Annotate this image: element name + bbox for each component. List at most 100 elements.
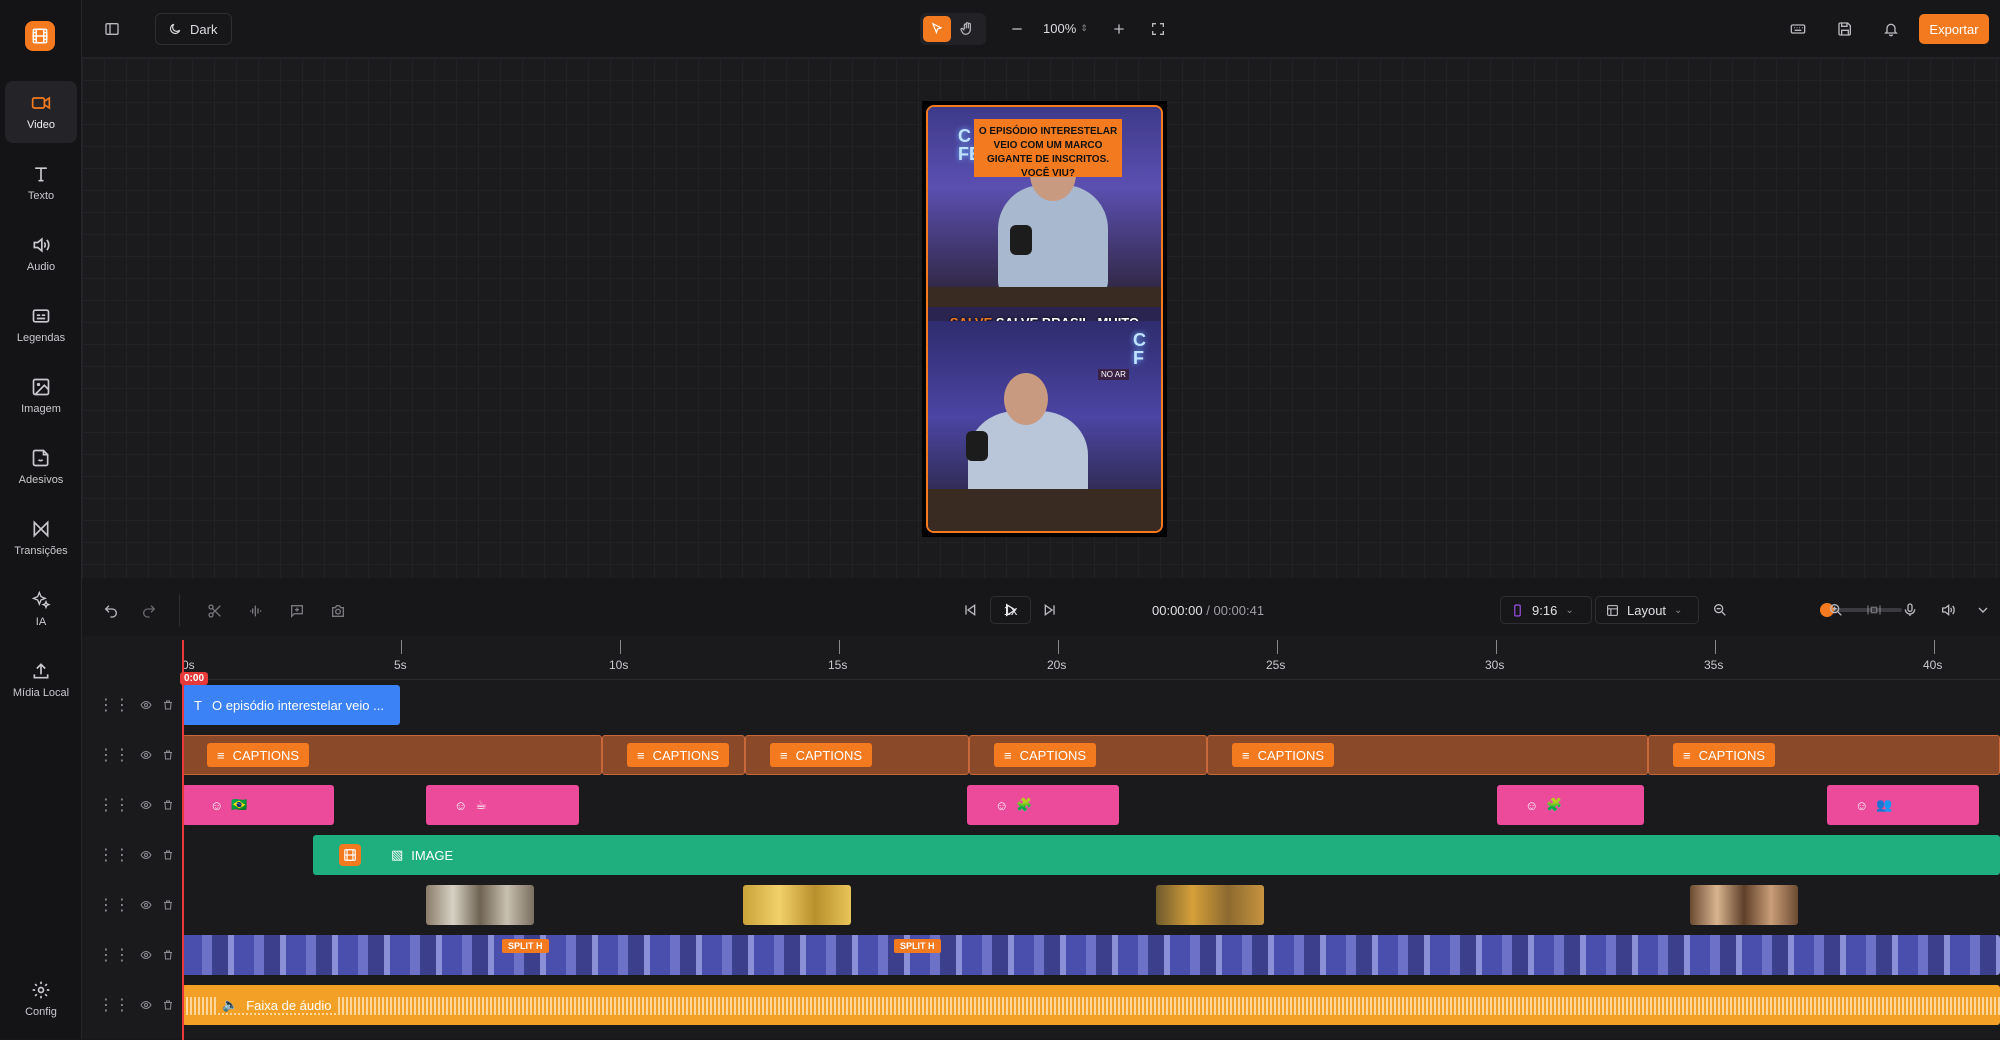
drag-handle-icon[interactable]: ⋮⋮ bbox=[98, 845, 130, 865]
eye-icon[interactable] bbox=[140, 799, 152, 811]
caption-add-button[interactable] bbox=[288, 602, 306, 620]
time-ruler[interactable]: 0s 5s 10s 15s 20s 25s 30s 35s 40s bbox=[182, 636, 2000, 680]
theme-toggle-button[interactable]: Dark bbox=[155, 13, 232, 45]
sticker-clip[interactable]: ☺👥 bbox=[1827, 785, 1979, 825]
next-frame-button[interactable] bbox=[1042, 602, 1058, 618]
eye-icon[interactable] bbox=[140, 899, 152, 911]
image-thumb-clip[interactable] bbox=[1156, 885, 1264, 925]
caption-label: CAPTIONS bbox=[796, 748, 862, 763]
eye-icon[interactable] bbox=[140, 849, 152, 861]
trash-icon[interactable] bbox=[162, 999, 174, 1011]
layout-select[interactable]: Layout ⌄ bbox=[1595, 596, 1699, 624]
eye-icon[interactable] bbox=[140, 749, 152, 761]
fit-timeline-button[interactable] bbox=[1866, 602, 1882, 618]
record-voice-button[interactable] bbox=[1902, 602, 1918, 618]
drag-handle-icon[interactable]: ⋮⋮ bbox=[98, 695, 130, 715]
waveform-icon bbox=[248, 603, 264, 619]
image-clip[interactable]: ▧ IMAGE bbox=[313, 835, 2000, 875]
redo-button[interactable] bbox=[140, 602, 158, 620]
sticker-clip[interactable]: ☺☕ bbox=[426, 785, 579, 825]
fit-screen-button[interactable] bbox=[1149, 20, 1167, 38]
undo-button[interactable] bbox=[102, 602, 120, 620]
sticker-clip[interactable]: ☺🧩 bbox=[967, 785, 1119, 825]
drag-handle-icon[interactable]: ⋮⋮ bbox=[98, 945, 130, 965]
caption-clip[interactable]: ≡CAPTIONS bbox=[182, 735, 602, 775]
audio-label-box: 🔈 Faixa de áudio bbox=[216, 997, 337, 1013]
caption-clip[interactable]: ≡CAPTIONS bbox=[745, 735, 969, 775]
cut-button[interactable] bbox=[206, 602, 224, 620]
zoom-level-select[interactable]: 100% ⇕ bbox=[1043, 21, 1088, 36]
text-clip[interactable]: T O episódio interestelar veio ... bbox=[182, 685, 400, 725]
aspect-ratio-select[interactable]: 9:16 ⌄ bbox=[1500, 596, 1592, 624]
sidebar-item-label: Legendas bbox=[17, 332, 65, 344]
image-thumb-clip[interactable] bbox=[1690, 885, 1798, 925]
split-marker[interactable]: SPLIT H bbox=[894, 939, 941, 953]
image-thumb-clip[interactable] bbox=[743, 885, 851, 925]
sidebar-item-legendas[interactable]: Legendas bbox=[5, 294, 77, 356]
film-icon bbox=[339, 844, 361, 866]
eye-icon[interactable] bbox=[140, 699, 152, 711]
trash-icon[interactable] bbox=[162, 749, 174, 761]
desk-bottom bbox=[928, 489, 1161, 533]
zoom-out-button[interactable] bbox=[1008, 20, 1026, 38]
sidebar-item-transicoes[interactable]: Transições bbox=[5, 507, 77, 569]
previous-frame-button[interactable] bbox=[962, 602, 978, 618]
time-separator: / bbox=[1206, 603, 1210, 618]
save-button[interactable] bbox=[1836, 20, 1854, 38]
select-tool-button[interactable] bbox=[923, 16, 951, 42]
app-logo[interactable] bbox=[25, 21, 55, 51]
sidebar-item-midia-local[interactable]: Mídia Local bbox=[5, 649, 77, 711]
sidebar-item-video[interactable]: Video bbox=[5, 81, 77, 143]
sidebar-item-config[interactable]: Config bbox=[5, 968, 77, 1030]
audio-wave-button[interactable] bbox=[247, 602, 265, 620]
caption-clip[interactable]: ≡CAPTIONS bbox=[1207, 735, 1648, 775]
audio-clip[interactable]: 🔈 Faixa de áudio bbox=[182, 985, 2000, 1025]
export-button[interactable]: Exportar bbox=[1919, 14, 1989, 44]
video-clip[interactable]: SPLIT H SPLIT H bbox=[182, 935, 2000, 975]
notifications-button[interactable] bbox=[1882, 20, 1900, 38]
drag-handle-icon[interactable]: ⋮⋮ bbox=[98, 995, 130, 1015]
sidebar-item-adesivos[interactable]: Adesivos bbox=[5, 436, 77, 498]
drag-handle-icon[interactable]: ⋮⋮ bbox=[98, 795, 130, 815]
split-marker[interactable]: SPLIT H bbox=[502, 939, 549, 953]
timeline-zoom-in-button[interactable] bbox=[1828, 602, 1844, 618]
trash-icon[interactable] bbox=[162, 949, 174, 961]
upload-icon bbox=[31, 661, 51, 681]
ruler-label: 40s bbox=[1923, 658, 1942, 672]
video-canvas[interactable]: CFERRI O episódio interestelar veio com … bbox=[922, 101, 1167, 537]
skip-forward-icon bbox=[1042, 602, 1058, 618]
caption-clip[interactable]: ≡CAPTIONS bbox=[1648, 735, 2000, 775]
timeline-zoom-out-button[interactable] bbox=[1712, 602, 1728, 618]
caption-clip[interactable]: ≡CAPTIONS bbox=[602, 735, 745, 775]
sidebar-item-ia[interactable]: IA bbox=[5, 578, 77, 640]
sticker-clip[interactable]: ☺🧩 bbox=[1497, 785, 1644, 825]
hand-tool-button[interactable] bbox=[956, 19, 978, 39]
sticker-clip[interactable]: ☺🇧🇷 bbox=[182, 785, 334, 825]
trash-icon[interactable] bbox=[162, 899, 174, 911]
snapshot-button[interactable] bbox=[329, 602, 347, 620]
caption-tag: ≡CAPTIONS bbox=[994, 743, 1096, 767]
sidebar-item-texto[interactable]: Texto bbox=[5, 152, 77, 214]
collapse-timeline-button[interactable] bbox=[1975, 602, 1991, 618]
eye-icon[interactable] bbox=[140, 949, 152, 961]
drag-handle-icon[interactable]: ⋮⋮ bbox=[98, 745, 130, 765]
preview-text-caption[interactable]: O episódio interestelar veio com um marc… bbox=[974, 119, 1122, 177]
play-button[interactable] bbox=[1000, 600, 1020, 620]
panel-left-icon bbox=[104, 21, 120, 37]
keyboard-shortcuts-button[interactable] bbox=[1789, 20, 1807, 38]
zoom-in-button[interactable] bbox=[1110, 20, 1128, 38]
toggle-sidebar-button[interactable] bbox=[102, 19, 122, 39]
trash-icon[interactable] bbox=[162, 699, 174, 711]
eye-icon[interactable] bbox=[140, 999, 152, 1011]
drag-handle-icon[interactable]: ⋮⋮ bbox=[98, 895, 130, 915]
playhead-time: 0:00 bbox=[180, 672, 208, 685]
trash-icon[interactable] bbox=[162, 849, 174, 861]
playhead[interactable] bbox=[182, 640, 184, 1040]
ruler-tick bbox=[1496, 640, 1497, 654]
image-thumb-clip[interactable] bbox=[426, 885, 534, 925]
sidebar-item-audio[interactable]: Audio bbox=[5, 223, 77, 285]
sidebar-item-imagem[interactable]: Imagem bbox=[5, 365, 77, 427]
trash-icon[interactable] bbox=[162, 799, 174, 811]
caption-clip[interactable]: ≡CAPTIONS bbox=[969, 735, 1207, 775]
volume-button[interactable] bbox=[1940, 602, 1956, 618]
